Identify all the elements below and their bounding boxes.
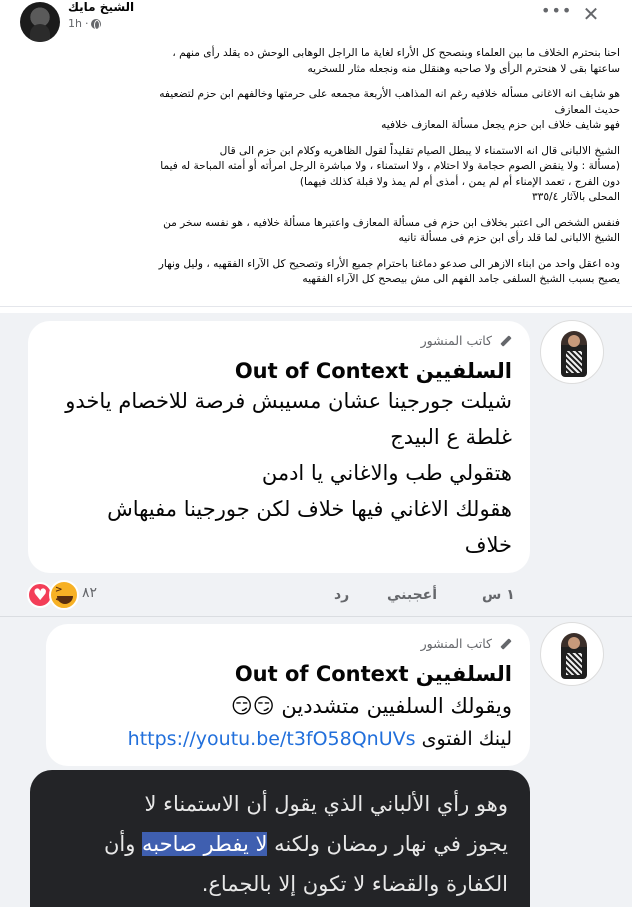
pen-icon <box>498 334 512 348</box>
post-paragraph: الشيخ الالبانى قال انه الاستمناء لا يبطل… <box>160 144 620 204</box>
comment-line: شيلت جورجينا عشان مسيبش فرصة للاخصام ياخ… <box>65 389 512 413</box>
highlighted-text: لا يفطر صاحبه <box>142 832 268 856</box>
poster-name[interactable]: الشيخ مايك <box>68 0 134 14</box>
author-badge-label: كاتب المنشور <box>420 636 492 651</box>
image-text-line: الكفارة والقضاء لا تكون إلا بالجماع. <box>201 872 508 896</box>
image-text-line: وهو رأي الألباني الذي يقول أن الاستمناء … <box>144 792 509 816</box>
dot-separator: · <box>84 17 89 30</box>
comment-bubble: كاتب المنشور السلفيين Out of Context ويق… <box>46 624 530 766</box>
globe-icon <box>91 18 102 30</box>
comment-line: هقولك الاغاني فيها خلاف لكن جورجينا مفيه… <box>107 497 512 521</box>
commenter-avatar[interactable] <box>540 320 604 384</box>
post-paragraph: هو شايف انه الاغانى مسأله خلافيه رغم انه… <box>159 88 620 131</box>
post-paragraph: احنا بنحترم الخلاف ما بين العلماء وبنصحح… <box>172 47 620 75</box>
comment-line: ويقولك السلفيين متشددين 😏😏 <box>230 694 512 718</box>
haha-icon <box>49 580 79 610</box>
more-dots-icon[interactable]: ••• <box>541 2 571 26</box>
reaction-count[interactable]: ٨٢ <box>82 585 97 601</box>
poster-avatar[interactable] <box>20 2 60 42</box>
comment-author-name[interactable]: السلفيين Out of Context <box>235 662 512 686</box>
author-badge-label: كاتب المنشور <box>420 333 492 348</box>
post-meta: 1h · <box>68 17 102 30</box>
image-text-part: يجوز في نهار رمضان ولكنه <box>267 832 508 856</box>
author-badge: كاتب المنشور <box>421 333 512 348</box>
comment-time[interactable]: ١ س <box>482 587 515 607</box>
reply-button[interactable]: رد <box>334 587 349 607</box>
post-paragraph: وده اعقل واحد من ابناء الازهر الى صدعو د… <box>158 257 620 286</box>
image-text-part: وأن <box>103 832 143 856</box>
link-row: لينك الفتوى https://youtu.be/t3fO58QnUVs <box>128 728 512 750</box>
comment-line: غلطة ع البيدج <box>390 425 512 449</box>
like-button[interactable]: أعجبني <box>387 587 437 607</box>
video-link[interactable]: https://youtu.be/t3fO58QnUVs <box>128 728 416 750</box>
author-badge: كاتب المنشور <box>421 636 512 651</box>
post-paragraph: فنفس الشخص الى اعتبر بخلاف ابن حزم فى مس… <box>163 216 620 245</box>
pen-icon <box>498 637 512 651</box>
commenter-avatar[interactable] <box>540 622 604 686</box>
divider <box>0 616 632 617</box>
comment-bubble: كاتب المنشور السلفيين Out of Context شيل… <box>28 321 530 573</box>
image-text-line: يجوز في نهار رمضان ولكنه لا يفطر صاحبه و… <box>104 832 508 856</box>
close-icon[interactable]: ✕ <box>579 3 603 27</box>
comment-line: خلاف <box>464 533 512 557</box>
reactions[interactable] <box>27 580 81 610</box>
post-time[interactable]: 1h <box>68 17 82 30</box>
comment-author-name[interactable]: السلفيين Out of Context <box>235 359 512 383</box>
link-label: لينك الفتوى <box>421 728 512 750</box>
post-card: الشيخ مايك 1h · ••• ✕ احنا بنحترم الخلاف… <box>0 0 632 313</box>
comment-line: هتقولي طب والاغاني يا ادمن <box>261 461 512 485</box>
divider <box>0 306 632 307</box>
post-text: احنا بنحترم الخلاف ما بين العلماء وبنصحح… <box>14 46 620 298</box>
screenshot-image[interactable]: وهو رأي الألباني الذي يقول أن الاستمناء … <box>30 770 530 907</box>
